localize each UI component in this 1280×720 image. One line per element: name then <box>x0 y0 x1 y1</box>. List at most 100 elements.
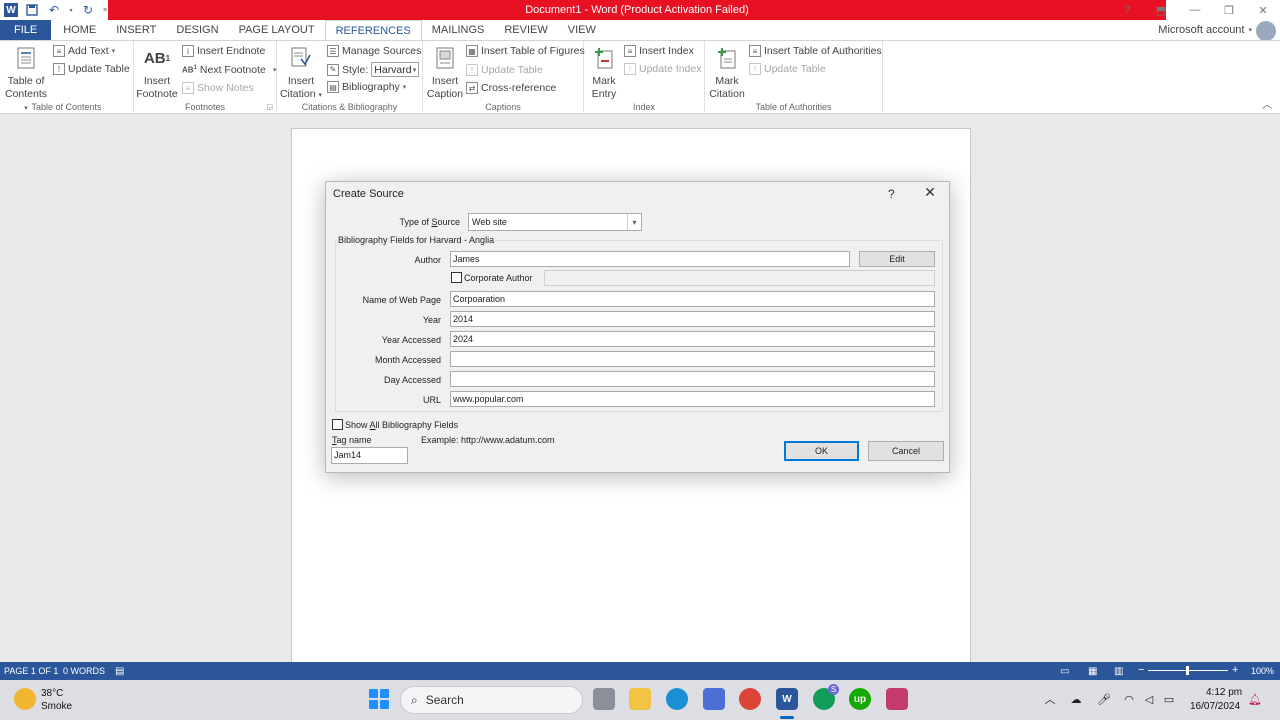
insert-endnote-button[interactable]: i Insert Endnote <box>182 45 265 57</box>
manage-sources-button[interactable]: ☰ Manage Sources <box>327 45 421 57</box>
word-app-icon[interactable]: W <box>4 3 18 17</box>
tab-home[interactable]: HOME <box>51 20 106 40</box>
add-text-button[interactable]: ≡ Add Text ▾ <box>53 45 115 57</box>
tab-page-layout[interactable]: PAGE LAYOUT <box>229 20 325 40</box>
insert-table-of-authorities-button[interactable]: ≡ Insert Table of Authorities <box>749 45 882 57</box>
dialog-close-icon[interactable]: ✕ <box>922 184 938 200</box>
cross-reference-button[interactable]: ⇄ Cross-reference <box>466 82 556 94</box>
author-input[interactable]: James <box>450 251 850 267</box>
weather-icon[interactable] <box>14 688 36 710</box>
month-accessed-input[interactable] <box>450 351 935 367</box>
microphone-icon[interactable]: 🎤︎ <box>1097 692 1111 706</box>
next-footnote-button[interactable]: AB1 Next Footnote ▾ <box>182 64 276 76</box>
type-of-source-label: Type of Source <box>399 217 460 227</box>
undo-icon[interactable]: ↶ <box>46 2 62 18</box>
weather-condition[interactable]: Smoke <box>41 701 72 712</box>
clock-date[interactable]: 16/07/2024 <box>1190 701 1240 712</box>
update-table-of-authorities-button[interactable]: ! Update Table <box>749 63 826 75</box>
tag-name-input[interactable]: Jam14 <box>331 447 408 464</box>
insert-citation-button[interactable]: Insert Citation ▾ <box>279 45 323 102</box>
year-accessed-input[interactable]: 2024 <box>450 331 935 347</box>
file-explorer-icon[interactable] <box>629 688 651 710</box>
year-input[interactable]: 2014 <box>450 311 935 327</box>
start-button[interactable] <box>369 689 389 709</box>
save-icon[interactable] <box>24 2 40 18</box>
undo-dropdown-icon[interactable]: ▾ <box>68 2 74 18</box>
tab-file[interactable]: FILE <box>0 20 52 40</box>
proofing-icon[interactable]: ▤ <box>115 666 124 677</box>
zoom-in-icon[interactable]: + <box>1232 664 1238 676</box>
zoom-slider-thumb[interactable] <box>1186 666 1189 675</box>
search-icon: ⌕ <box>411 692 418 707</box>
insert-index-button[interactable]: ≡ Insert Index <box>624 45 694 57</box>
tab-references[interactable]: REFERENCES <box>324 20 422 40</box>
print-layout-icon[interactable]: ▦ <box>1088 666 1097 677</box>
task-view-icon[interactable] <box>593 688 615 710</box>
corporate-author-checkbox[interactable] <box>451 272 462 283</box>
bibliography-button[interactable]: ▤ Bibliography ▾ <box>327 81 406 93</box>
type-of-source-select[interactable]: Web site ▾ <box>468 213 642 231</box>
show-all-fields-checkbox[interactable] <box>332 419 343 430</box>
chevron-down-icon: ▾ <box>1248 27 1252 34</box>
clock-time[interactable]: 4:12 pm <box>1206 687 1242 698</box>
chevron-down-icon: ▾ <box>627 214 641 230</box>
onedrive-icon[interactable]: ☁ <box>1069 692 1083 706</box>
word-count[interactable]: 0 WORDS <box>63 666 105 676</box>
ok-button[interactable]: OK <box>784 441 859 461</box>
avatar[interactable] <box>1256 21 1276 41</box>
dialog-help-button[interactable]: ? <box>888 187 895 201</box>
minimize-button[interactable]: — <box>1178 0 1212 20</box>
ribbon-display-options-icon[interactable]: ⬒ <box>1144 0 1178 20</box>
snipping-tool-icon[interactable] <box>886 688 908 710</box>
style-select[interactable]: Harvard ▾ <box>371 62 420 77</box>
mark-entry-button[interactable]: Mark Entry <box>586 45 622 101</box>
notifications-icon[interactable]: 🔔︎ <box>1248 692 1262 706</box>
close-button[interactable]: ✕ <box>1246 0 1280 20</box>
create-source-dialog: Create Source ? ✕ Type of Source Web sit… <box>325 181 950 473</box>
page-count[interactable]: PAGE 1 OF 1 <box>4 666 58 676</box>
web-page-name-input[interactable]: Corpoaration <box>450 291 935 307</box>
update-table-of-figures-button[interactable]: ! Update Table <box>466 64 543 76</box>
tab-view[interactable]: VIEW <box>558 20 606 40</box>
tab-design[interactable]: DESIGN <box>166 20 228 40</box>
mark-citation-button[interactable]: Mark Citation <box>707 45 747 101</box>
microsoft-store-icon[interactable] <box>703 688 725 710</box>
group-label-captions: Captions <box>485 102 521 112</box>
insert-footnote-button[interactable]: AB 1 Insert Footnote <box>136 45 178 101</box>
update-index-button[interactable]: ! Update Index <box>624 63 701 75</box>
insert-table-of-figures-button[interactable]: ▦ Insert Table of Figures <box>466 45 585 57</box>
url-input[interactable]: www.popular.com <box>450 391 935 407</box>
upwork-icon[interactable]: up <box>849 688 871 710</box>
restore-button[interactable]: ❐ <box>1212 0 1246 20</box>
tab-mailings[interactable]: MAILINGS <box>422 20 495 40</box>
help-icon[interactable]: ? <box>1110 0 1144 20</box>
account-menu[interactable]: Microsoft account ▾ <box>1158 20 1252 40</box>
chevron-up-icon[interactable]: ︿ <box>1043 692 1057 706</box>
edit-author-button[interactable]: Edit <box>859 251 935 267</box>
zoom-level[interactable]: 100% <box>1251 666 1274 676</box>
web-layout-icon[interactable]: ▥ <box>1114 666 1123 677</box>
cancel-button[interactable]: Cancel <box>868 441 944 461</box>
day-accessed-input[interactable] <box>450 371 935 387</box>
collapse-ribbon-icon[interactable]: ︿ <box>1262 96 1272 111</box>
day-accessed-label: Day Accessed <box>383 375 441 385</box>
zoom-out-icon[interactable]: − <box>1138 664 1144 676</box>
show-notes-button[interactable]: ≡ Show Notes <box>182 82 254 94</box>
weather-temperature[interactable]: 38°C <box>41 688 63 699</box>
edge-icon[interactable] <box>666 688 688 710</box>
taskbar-search[interactable]: ⌕ Search <box>400 686 583 714</box>
word-taskbar-icon[interactable]: W <box>776 688 798 710</box>
mark-entry-icon <box>592 45 616 71</box>
chrome-icon[interactable] <box>739 688 761 710</box>
insert-caption-button[interactable]: Insert Caption <box>425 45 465 101</box>
status-bar: PAGE 1 OF 1 0 WORDS ▤ ▭ ▦ ▥ − + 100% <box>0 662 1280 680</box>
redo-icon[interactable]: ↻ <box>80 2 96 18</box>
read-mode-icon[interactable]: ▭ <box>1060 666 1069 677</box>
tab-review[interactable]: REVIEW <box>494 20 557 40</box>
group-footnotes: AB 1 Insert Footnote i Insert Endnote AB1… <box>134 41 277 114</box>
volume-icon[interactable]: ◁ <box>1142 692 1156 706</box>
battery-icon[interactable]: ▭ <box>1162 692 1176 706</box>
wifi-icon[interactable]: ◠ <box>1122 692 1136 706</box>
tab-insert[interactable]: INSERT <box>106 20 166 40</box>
update-table-button[interactable]: ! Update Table <box>53 63 130 75</box>
